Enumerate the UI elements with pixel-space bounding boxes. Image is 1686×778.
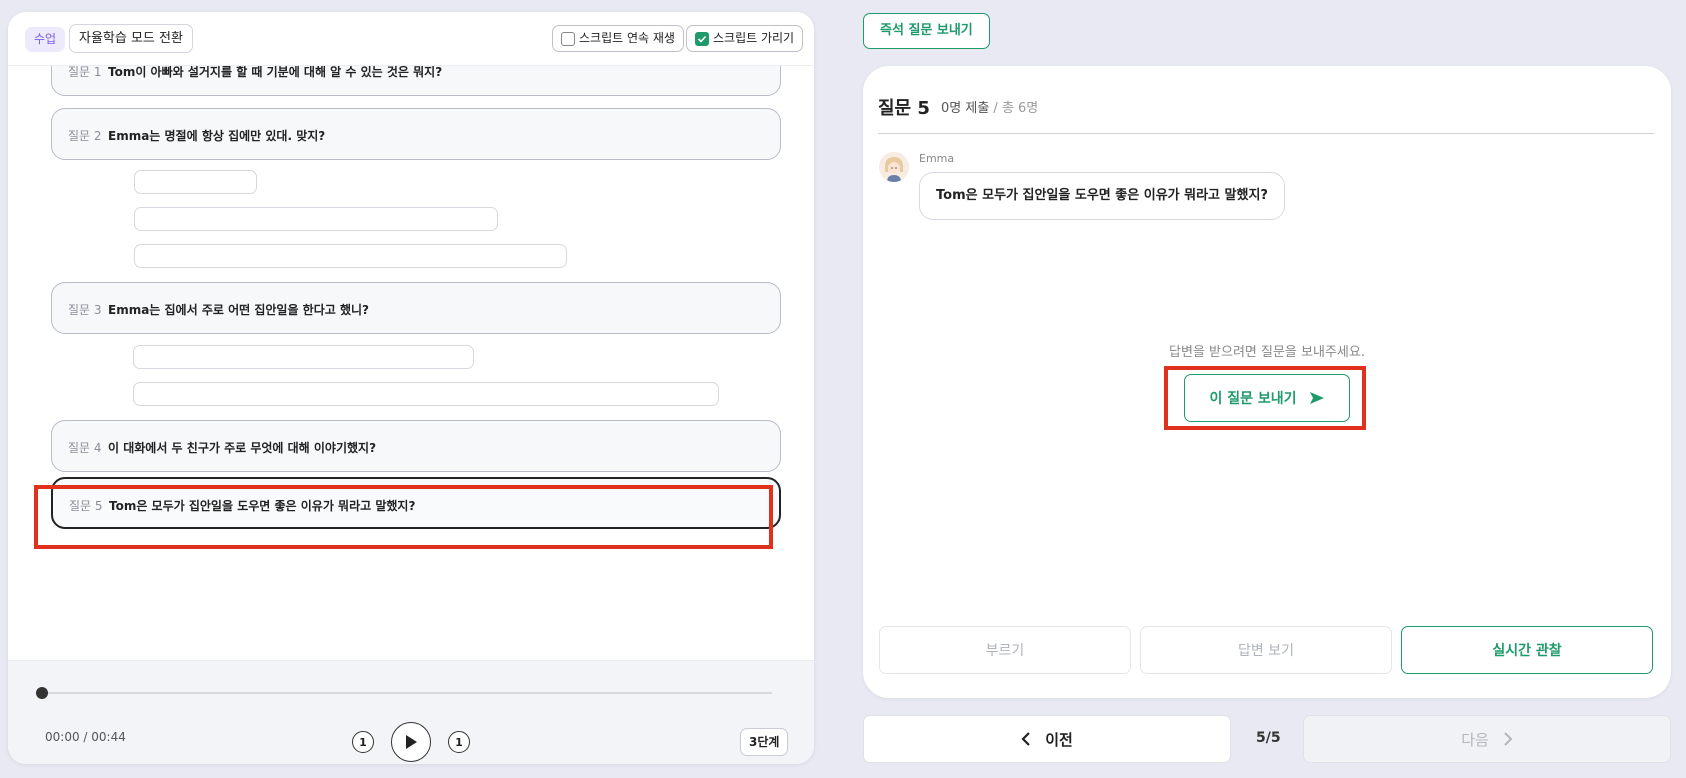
send-instant-question-button[interactable]: 즉석 질문 보내기 <box>863 13 990 49</box>
time-display: 00:00 / 00:44 <box>45 730 126 744</box>
question-text: 이 대화에서 두 친구가 주로 무엇에 대해 이야기했지? <box>108 441 377 455</box>
play-button[interactable] <box>391 722 431 762</box>
call-student-label: 부르기 <box>985 643 1025 659</box>
question-card-1[interactable]: 질문 1 Tom이 아빠와 설거지를 할 때 기분에 대해 알 수 있는 것은 … <box>51 66 781 96</box>
view-answers-label: 답변 보기 <box>1238 643 1294 659</box>
forward-icon: 1 <box>455 735 463 749</box>
question-number: 질문 1 <box>68 66 102 79</box>
question-text: Emma는 집에서 주로 어떤 집안일을 한다고 했니? <box>108 303 370 317</box>
answer-slot <box>134 244 567 268</box>
continuous-play-checkbox[interactable]: 스크립트 연속 재생 <box>552 25 684 52</box>
progress-knob[interactable] <box>36 687 48 699</box>
hide-script-label: 스크립트 가리기 <box>713 31 795 45</box>
question-number: 질문 2 <box>68 129 102 143</box>
next-button[interactable]: 다음 <box>1303 715 1671 763</box>
submission-count: 0명 제출 / 총 6명 <box>941 97 1038 116</box>
question-bubble: Tom은 모두가 집안일을 도우면 좋은 이유가 뭐라고 말했지? <box>919 172 1285 220</box>
divider <box>878 133 1654 134</box>
rewind-icon: 1 <box>359 735 367 749</box>
page-indicator: 5/5 <box>1256 730 1281 746</box>
answer-slot <box>133 345 474 369</box>
live-observe-button[interactable]: 실시간 관찰 <box>1401 626 1653 674</box>
question-text: Tom이 아빠와 설거지를 할 때 기분에 대해 알 수 있는 것은 뭐지? <box>108 66 443 79</box>
question-list: 질문 1 Tom이 아빠와 설거지를 할 때 기분에 대해 알 수 있는 것은 … <box>8 66 814 666</box>
checkbox-checked-icon <box>695 32 709 46</box>
script-toolbar: 수업 자율학습 모드 전환 스크립트 연속 재생 스크립트 가리기 <box>8 12 814 66</box>
next-label: 다음 <box>1461 730 1489 749</box>
submitted-count: 0명 제출 <box>941 101 990 116</box>
question-title: 질문 5 <box>878 98 930 119</box>
forward-button[interactable]: 1 <box>448 731 470 753</box>
highlight-box-question-5 <box>34 485 773 549</box>
rewind-button[interactable]: 1 <box>352 731 374 753</box>
checkbox-icon <box>561 32 575 46</box>
highlight-box-send-question <box>1164 366 1366 430</box>
speaker-name: Emma <box>919 152 955 165</box>
view-answers-button[interactable]: 답변 보기 <box>1140 626 1392 674</box>
answer-slot <box>133 382 719 406</box>
prev-button[interactable]: 이전 <box>863 715 1231 763</box>
question-text: Emma는 명절에 항상 집에만 있대. 맞지? <box>108 129 326 143</box>
hide-script-checkbox[interactable]: 스크립트 가리기 <box>686 25 804 52</box>
call-student-button[interactable]: 부르기 <box>879 626 1131 674</box>
chevron-right-icon <box>1504 732 1513 746</box>
question-number: 질문 3 <box>68 303 102 317</box>
script-panel: 질문 1 Tom이 아빠와 설거지를 할 때 기분에 대해 알 수 있는 것은 … <box>8 12 814 764</box>
avatar <box>879 152 909 182</box>
answer-slot <box>134 170 257 194</box>
send-hint: 답변을 받으려면 질문을 보내주세요. <box>1169 345 1365 360</box>
total-count: / 총 6명 <box>989 101 1039 116</box>
play-icon <box>406 735 417 749</box>
live-observe-label: 실시간 관찰 <box>1492 643 1562 659</box>
self-study-mode-button[interactable]: 자율학습 모드 전환 <box>69 24 193 53</box>
progress-track[interactable] <box>42 692 772 694</box>
audio-player: 00:00 / 00:44 1 1 3단계 <box>8 660 814 764</box>
answer-slot <box>134 207 498 231</box>
question-card-2[interactable]: 질문 2 Emma는 명절에 항상 집에만 있대. 맞지? <box>51 108 781 160</box>
continuous-play-label: 스크립트 연속 재생 <box>579 31 675 45</box>
question-number: 질문 4 <box>68 441 102 455</box>
question-card-4[interactable]: 질문 4 이 대화에서 두 친구가 주로 무엇에 대해 이야기했지? <box>51 420 781 472</box>
question-card-3[interactable]: 질문 3 Emma는 집에서 주로 어떤 집안일을 한다고 했니? <box>51 282 781 334</box>
chevron-left-icon <box>1021 732 1030 746</box>
level-button[interactable]: 3단계 <box>740 728 789 756</box>
prev-label: 이전 <box>1045 730 1073 749</box>
class-badge: 수업 <box>25 27 66 52</box>
